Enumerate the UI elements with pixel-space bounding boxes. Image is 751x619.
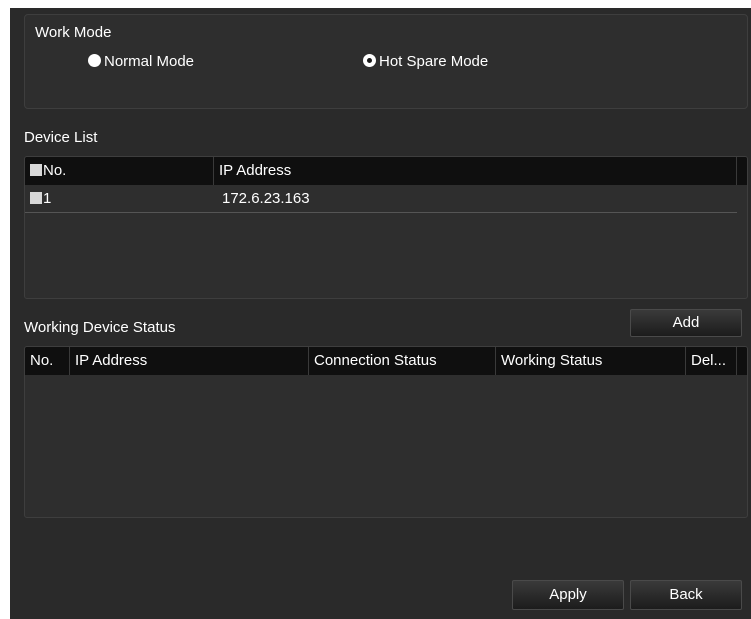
row-checkbox[interactable] bbox=[30, 192, 42, 204]
device-list-table: No. IP Address 1 172.6.23.163 bbox=[24, 156, 748, 299]
working-header-no: No. bbox=[30, 352, 54, 369]
device-list-title: Device List bbox=[24, 129, 98, 146]
working-header-working-status: Working Status bbox=[495, 347, 685, 375]
work-mode-title: Work Mode bbox=[35, 24, 112, 41]
working-device-status-title: Working Device Status bbox=[24, 319, 176, 336]
back-button[interactable]: Back bbox=[630, 580, 742, 610]
hot-spare-settings-panel: Work Mode Normal Mode Hot Spare Mode Dev… bbox=[10, 8, 751, 619]
working-header-delete: Del... bbox=[685, 347, 736, 375]
normal-mode-radio[interactable]: Normal Mode bbox=[88, 53, 194, 70]
hot-spare-mode-label: Hot Spare Mode bbox=[379, 53, 489, 70]
device-list-header: No. IP Address bbox=[25, 157, 747, 185]
device-list-header-no: No. bbox=[25, 157, 213, 185]
device-list-header-scroll bbox=[736, 157, 747, 185]
select-all-checkbox[interactable] bbox=[30, 164, 42, 176]
add-button[interactable]: Add bbox=[630, 309, 742, 337]
radio-unchecked-icon bbox=[88, 54, 101, 67]
device-row-no: 1 bbox=[30, 186, 51, 212]
device-list-header-ip: IP Address bbox=[213, 157, 736, 185]
table-row[interactable]: 1 172.6.23.163 bbox=[25, 186, 737, 213]
working-status-header: No. IP Address Connection Status Working… bbox=[25, 347, 747, 375]
radio-checked-icon bbox=[363, 54, 376, 67]
working-header-ip: IP Address bbox=[69, 347, 308, 375]
working-header-connection-status: Connection Status bbox=[308, 347, 495, 375]
apply-button[interactable]: Apply bbox=[512, 580, 624, 610]
working-device-status-table: No. IP Address Connection Status Working… bbox=[24, 346, 748, 518]
normal-mode-label: Normal Mode bbox=[104, 53, 195, 70]
device-row-ip: 172.6.23.163 bbox=[222, 190, 310, 207]
work-mode-group: Work Mode Normal Mode Hot Spare Mode bbox=[24, 14, 748, 109]
working-header-scroll bbox=[736, 347, 747, 375]
hot-spare-mode-radio[interactable]: Hot Spare Mode bbox=[363, 53, 488, 70]
